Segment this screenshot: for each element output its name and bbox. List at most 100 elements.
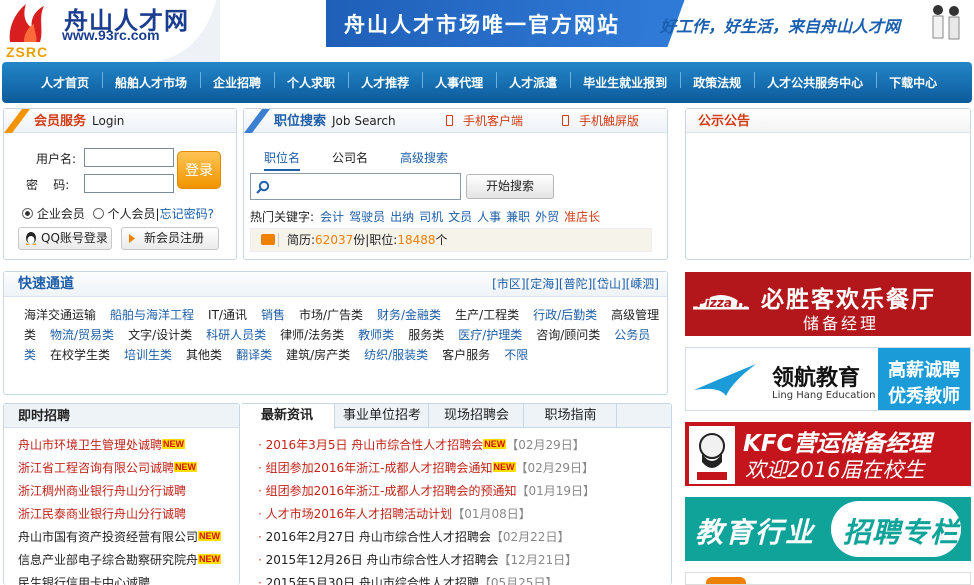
section-flag-icon [4,109,30,133]
instant-hiring-item[interactable]: 舟山市国有资产投资经营有限公司NEW [18,526,239,549]
category-link[interactable]: 科研人员类 [206,328,266,342]
news-item[interactable]: · 人才市场2016年人才招聘活动计划【01月08日】 [258,503,671,526]
category-link[interactable]: 服务类 [408,328,444,342]
news-item[interactable]: · 2015年12月26日 舟山市综合性人才招聘会【12月21日】 [258,549,671,572]
region-links[interactable]: [市区][定海][普陀][岱山][嵊泗] [492,272,659,297]
hot-keyword[interactable]: 准店长 [564,210,600,224]
linghang-name-en: Ling Hang Education [772,390,876,401]
login-title: 会员服务 [34,114,87,129]
news-item[interactable]: · 组团参加2016年浙江-成都人才招聘会的预通知【01月19日】 [258,480,671,503]
radio-company[interactable] [22,208,33,219]
tab-company-name[interactable]: 公司名 [332,149,368,166]
keyword-input[interactable] [250,173,461,200]
hot-keyword[interactable]: 人事 [477,210,501,224]
nav-item[interactable]: 人才首页 [28,74,102,91]
instant-hiring-item[interactable]: 浙江民泰商业银行舟山分行诚聘 [18,503,239,526]
nav-item[interactable]: 船舶人才市场 [102,72,200,91]
category-link[interactable]: 在校学生类 [50,348,110,362]
news-date: 【01月19日】 [516,484,596,498]
education-jobs-ad[interactable]: 教育行业 招聘专栏 [685,497,971,561]
nav-item[interactable]: 人才推荐 [348,72,422,91]
pizza-hut-ad[interactable]: Pizza Hut 必胜客欢乐餐厅 储备经理 [685,272,971,336]
category-link[interactable]: 律师/法务类 [280,328,344,342]
hot-keyword[interactable]: 出纳 [390,210,414,224]
nav-item[interactable]: 人才公共服务中心 [754,72,876,91]
username-input[interactable] [84,148,174,167]
category-link[interactable]: 财务/金融类 [377,308,441,322]
tab-public-exam[interactable]: 事业单位招考 [336,404,429,428]
category-link[interactable]: 销售 [261,308,285,322]
nav-item[interactable]: 毕业生就业报到 [570,72,680,91]
nav-item[interactable]: 下载中心 [876,72,950,91]
tab-advanced-search[interactable]: 高级搜索 [400,149,448,166]
login-title-en: Login [92,114,125,128]
kfc-ad[interactable]: KFC营运储备经理 欢迎2016届在校生 [685,422,971,486]
hot-keyword[interactable]: 兼职 [506,210,530,224]
nav-item[interactable]: 企业招聘 [200,72,274,91]
tab-job-name[interactable]: 职位名 [264,149,301,171]
instant-hiring-title: 民生银行信用卡中心诚聘 [18,576,151,585]
nav-item[interactable]: 人事代理 [422,72,496,91]
qq-login-button[interactable]: QQ账号登录 [18,227,112,250]
speaker-icon [261,234,275,245]
category-link[interactable]: 建筑/房产类 [286,348,350,362]
partial-ad[interactable] [685,572,971,585]
top-banner[interactable]: 舟山人才市场唯一官方网站 好工作，好生活，来自舟山人才网 [326,0,974,47]
category-link[interactable]: 生产/工程类 [455,308,519,322]
nav-item[interactable]: 人才派遣 [496,72,570,91]
hot-keyword[interactable]: 驾驶员 [349,210,385,224]
forgot-password-link[interactable]: 忘记密码? [160,207,214,221]
category-link[interactable]: 文字/设计类 [128,328,192,342]
news-item[interactable]: · 2016年2月27日 舟山市综合性人才招聘会【02月22日】 [258,526,671,549]
news-item[interactable]: · 2016年3月5日 舟山市综合性人才招聘会NEW【02月29日】 [258,434,671,457]
instant-hiring-item[interactable]: 浙江稠州商业银行舟山分行诚聘 [18,480,239,503]
kfc-line2: 欢迎2016届在校生 [745,458,925,482]
site-logo[interactable]: 舟山人才网 www.93rc.com ZSRC [0,0,220,62]
category-link[interactable]: 海洋交通运输 [24,308,96,322]
nav-item[interactable]: 个人求职 [274,72,348,91]
news-item[interactable]: · 2015年5月30日 舟山市综合性人才招聘【05月25日】 [258,572,671,585]
category-link[interactable]: 纺织/服装类 [364,348,428,362]
category-link[interactable]: IT/通讯 [208,308,247,322]
stats-bar: 简历:62037份|职位:18488个 [250,228,652,252]
register-button[interactable]: 新会员注册 [121,227,219,250]
password-input[interactable] [84,174,174,193]
start-search-button[interactable]: 开始搜索 [466,174,554,199]
category-link[interactable]: 物流/贸易类 [50,328,114,342]
bullet-icon: · [258,553,266,567]
category-link[interactable]: 不限 [504,348,528,362]
job-unit: 个 [435,233,448,247]
instant-hiring-item[interactable]: 信息产业部电子综合勘察研究院舟NEW [18,549,239,572]
tab-latest-news[interactable]: 最新资讯 [240,404,335,429]
instant-hiring-item[interactable]: 舟山市环境卫生管理处诚聘NEW [18,434,239,457]
hot-keyword[interactable]: 文员 [448,210,472,224]
category-link[interactable]: 培训生类 [124,348,172,362]
mobile-touch-link[interactable]: 手机触屏版 [562,109,639,133]
mobile-phone-icon [562,115,569,126]
hot-keyword[interactable]: 外贸 [535,210,559,224]
tab-career-guide[interactable]: 职场指南 [525,404,617,428]
linghang-education-ad[interactable]: 领航教育 Ling Hang Education 高薪诚聘 优秀教师 [685,347,971,411]
category-link[interactable]: 行政/后勤类 [533,308,597,322]
category-link[interactable]: 教师类 [358,328,394,342]
category-link[interactable]: 咨询/顾问类 [536,328,600,342]
login-button[interactable]: 登录 [177,151,221,189]
instant-hiring-item[interactable]: 民生银行信用卡中心诚聘 [18,572,239,585]
instant-hiring-item[interactable]: 浙江省工程咨询有限公司诚聘NEW [18,457,239,480]
quick-channel-panel: 快速通道 [市区][定海][普陀][岱山][嵊泗] 海洋交通运输 船舶与海洋工程 I… [3,271,668,395]
category-link[interactable]: 市场/广告类 [299,308,363,322]
mobile-client-link[interactable]: 手机客户端 [446,109,523,133]
tab-job-fair[interactable]: 现场招聘会 [430,404,524,428]
hot-keyword[interactable]: 司机 [419,210,443,224]
news-item[interactable]: · 组团参加2016年浙江-成都人才招聘会通知NEW【02月29日】 [258,457,671,480]
new-badge: NEW [162,439,186,449]
category-link[interactable]: 翻译类 [236,348,272,362]
hot-keywords-label: 热门关键字: [250,210,315,224]
category-link[interactable]: 船舶与海洋工程 [110,308,194,322]
radio-person[interactable] [92,208,104,219]
category-link[interactable]: 其他类 [186,348,222,362]
nav-item[interactable]: 政策法规 [680,72,754,91]
category-link[interactable]: 医疗/护理类 [458,328,522,342]
category-link[interactable]: 客户服务 [442,348,490,362]
hot-keyword[interactable]: 会计 [320,210,344,224]
